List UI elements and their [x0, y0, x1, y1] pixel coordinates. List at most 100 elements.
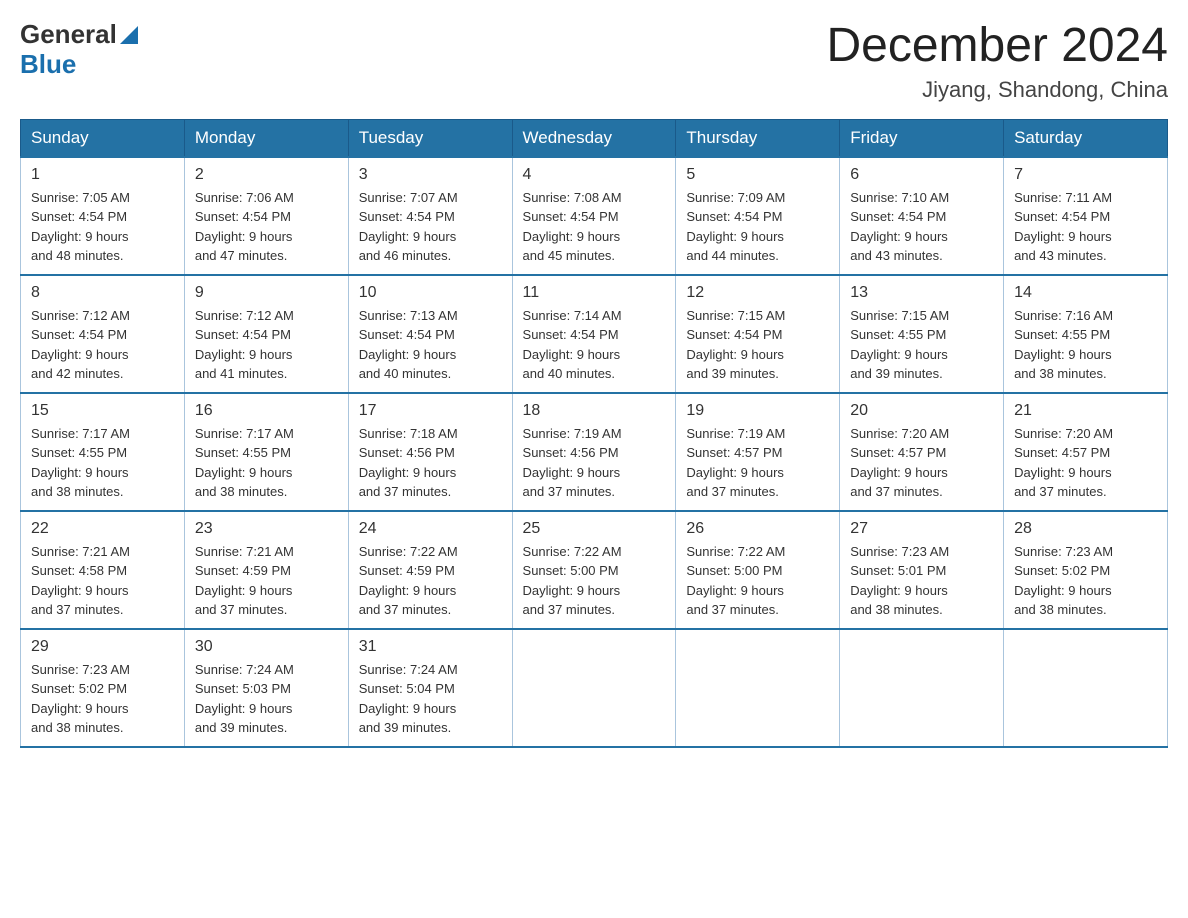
calendar-day-cell: 7 Sunrise: 7:11 AMSunset: 4:54 PMDayligh…	[1004, 157, 1168, 275]
day-number: 30	[195, 638, 338, 656]
day-info: Sunrise: 7:23 AMSunset: 5:02 PMDaylight:…	[1014, 544, 1113, 618]
day-number: 20	[850, 402, 993, 420]
day-number: 10	[359, 284, 502, 302]
calendar-day-header: Sunday	[21, 119, 185, 157]
day-number: 13	[850, 284, 993, 302]
logo-triangle-icon	[120, 26, 138, 44]
day-info: Sunrise: 7:15 AMSunset: 4:55 PMDaylight:…	[850, 308, 949, 382]
day-info: Sunrise: 7:20 AMSunset: 4:57 PMDaylight:…	[1014, 426, 1113, 500]
calendar-day-cell: 3 Sunrise: 7:07 AMSunset: 4:54 PMDayligh…	[348, 157, 512, 275]
day-number: 1	[31, 166, 174, 184]
title-block: December 2024 Jiyang, Shandong, China	[826, 20, 1168, 103]
calendar-day-cell: 31 Sunrise: 7:24 AMSunset: 5:04 PMDaylig…	[348, 629, 512, 747]
calendar-day-cell: 13 Sunrise: 7:15 AMSunset: 4:55 PMDaylig…	[840, 275, 1004, 393]
calendar-day-cell: 2 Sunrise: 7:06 AMSunset: 4:54 PMDayligh…	[184, 157, 348, 275]
day-number: 21	[1014, 402, 1157, 420]
logo-general-text: General	[20, 20, 138, 50]
day-number: 6	[850, 166, 993, 184]
calendar-day-cell: 12 Sunrise: 7:15 AMSunset: 4:54 PMDaylig…	[676, 275, 840, 393]
calendar-week-row: 29 Sunrise: 7:23 AMSunset: 5:02 PMDaylig…	[21, 629, 1168, 747]
calendar-day-cell: 14 Sunrise: 7:16 AMSunset: 4:55 PMDaylig…	[1004, 275, 1168, 393]
calendar-day-cell: 26 Sunrise: 7:22 AMSunset: 5:00 PMDaylig…	[676, 511, 840, 629]
day-number: 18	[523, 402, 666, 420]
calendar-day-cell: 1 Sunrise: 7:05 AMSunset: 4:54 PMDayligh…	[21, 157, 185, 275]
calendar-day-cell: 16 Sunrise: 7:17 AMSunset: 4:55 PMDaylig…	[184, 393, 348, 511]
day-info: Sunrise: 7:18 AMSunset: 4:56 PMDaylight:…	[359, 426, 458, 500]
calendar-week-row: 15 Sunrise: 7:17 AMSunset: 4:55 PMDaylig…	[21, 393, 1168, 511]
calendar-day-header: Wednesday	[512, 119, 676, 157]
page-header: General Blue December 2024 Jiyang, Shand…	[20, 20, 1168, 103]
day-number: 14	[1014, 284, 1157, 302]
day-number: 7	[1014, 166, 1157, 184]
day-info: Sunrise: 7:17 AMSunset: 4:55 PMDaylight:…	[195, 426, 294, 500]
calendar-table: SundayMondayTuesdayWednesdayThursdayFrid…	[20, 119, 1168, 748]
calendar-day-cell: 6 Sunrise: 7:10 AMSunset: 4:54 PMDayligh…	[840, 157, 1004, 275]
day-number: 17	[359, 402, 502, 420]
day-number: 5	[686, 166, 829, 184]
day-info: Sunrise: 7:06 AMSunset: 4:54 PMDaylight:…	[195, 190, 294, 264]
day-info: Sunrise: 7:21 AMSunset: 4:59 PMDaylight:…	[195, 544, 294, 618]
day-info: Sunrise: 7:15 AMSunset: 4:54 PMDaylight:…	[686, 308, 785, 382]
calendar-day-cell: 25 Sunrise: 7:22 AMSunset: 5:00 PMDaylig…	[512, 511, 676, 629]
logo: General Blue	[20, 20, 138, 80]
day-number: 29	[31, 638, 174, 656]
calendar-day-cell: 30 Sunrise: 7:24 AMSunset: 5:03 PMDaylig…	[184, 629, 348, 747]
calendar-day-cell: 28 Sunrise: 7:23 AMSunset: 5:02 PMDaylig…	[1004, 511, 1168, 629]
day-number: 19	[686, 402, 829, 420]
day-info: Sunrise: 7:13 AMSunset: 4:54 PMDaylight:…	[359, 308, 458, 382]
calendar-day-cell	[1004, 629, 1168, 747]
calendar-day-header: Tuesday	[348, 119, 512, 157]
day-number: 3	[359, 166, 502, 184]
day-number: 2	[195, 166, 338, 184]
day-info: Sunrise: 7:24 AMSunset: 5:03 PMDaylight:…	[195, 662, 294, 736]
calendar-week-row: 1 Sunrise: 7:05 AMSunset: 4:54 PMDayligh…	[21, 157, 1168, 275]
calendar-day-header: Friday	[840, 119, 1004, 157]
day-info: Sunrise: 7:12 AMSunset: 4:54 PMDaylight:…	[195, 308, 294, 382]
day-info: Sunrise: 7:22 AMSunset: 5:00 PMDaylight:…	[523, 544, 622, 618]
logo-blue-text: Blue	[20, 50, 138, 80]
calendar-day-cell: 22 Sunrise: 7:21 AMSunset: 4:58 PMDaylig…	[21, 511, 185, 629]
day-number: 27	[850, 520, 993, 538]
calendar-week-row: 8 Sunrise: 7:12 AMSunset: 4:54 PMDayligh…	[21, 275, 1168, 393]
calendar-day-header: Monday	[184, 119, 348, 157]
day-info: Sunrise: 7:11 AMSunset: 4:54 PMDaylight:…	[1014, 190, 1112, 264]
calendar-day-cell: 17 Sunrise: 7:18 AMSunset: 4:56 PMDaylig…	[348, 393, 512, 511]
calendar-day-cell: 15 Sunrise: 7:17 AMSunset: 4:55 PMDaylig…	[21, 393, 185, 511]
day-info: Sunrise: 7:12 AMSunset: 4:54 PMDaylight:…	[31, 308, 130, 382]
calendar-day-cell	[840, 629, 1004, 747]
calendar-day-cell: 8 Sunrise: 7:12 AMSunset: 4:54 PMDayligh…	[21, 275, 185, 393]
day-number: 24	[359, 520, 502, 538]
day-info: Sunrise: 7:17 AMSunset: 4:55 PMDaylight:…	[31, 426, 130, 500]
day-info: Sunrise: 7:09 AMSunset: 4:54 PMDaylight:…	[686, 190, 785, 264]
day-info: Sunrise: 7:24 AMSunset: 5:04 PMDaylight:…	[359, 662, 458, 736]
calendar-day-cell	[676, 629, 840, 747]
day-number: 15	[31, 402, 174, 420]
day-info: Sunrise: 7:22 AMSunset: 5:00 PMDaylight:…	[686, 544, 785, 618]
day-info: Sunrise: 7:23 AMSunset: 5:02 PMDaylight:…	[31, 662, 130, 736]
calendar-header-row: SundayMondayTuesdayWednesdayThursdayFrid…	[21, 119, 1168, 157]
day-info: Sunrise: 7:10 AMSunset: 4:54 PMDaylight:…	[850, 190, 949, 264]
day-number: 8	[31, 284, 174, 302]
calendar-day-cell: 11 Sunrise: 7:14 AMSunset: 4:54 PMDaylig…	[512, 275, 676, 393]
calendar-day-cell: 5 Sunrise: 7:09 AMSunset: 4:54 PMDayligh…	[676, 157, 840, 275]
calendar-day-cell: 4 Sunrise: 7:08 AMSunset: 4:54 PMDayligh…	[512, 157, 676, 275]
day-info: Sunrise: 7:14 AMSunset: 4:54 PMDaylight:…	[523, 308, 622, 382]
day-number: 9	[195, 284, 338, 302]
calendar-day-cell: 27 Sunrise: 7:23 AMSunset: 5:01 PMDaylig…	[840, 511, 1004, 629]
calendar-day-cell: 23 Sunrise: 7:21 AMSunset: 4:59 PMDaylig…	[184, 511, 348, 629]
day-info: Sunrise: 7:07 AMSunset: 4:54 PMDaylight:…	[359, 190, 458, 264]
calendar-day-header: Saturday	[1004, 119, 1168, 157]
day-info: Sunrise: 7:08 AMSunset: 4:54 PMDaylight:…	[523, 190, 622, 264]
day-number: 23	[195, 520, 338, 538]
day-info: Sunrise: 7:16 AMSunset: 4:55 PMDaylight:…	[1014, 308, 1113, 382]
calendar-day-cell: 18 Sunrise: 7:19 AMSunset: 4:56 PMDaylig…	[512, 393, 676, 511]
day-info: Sunrise: 7:05 AMSunset: 4:54 PMDaylight:…	[31, 190, 130, 264]
day-number: 22	[31, 520, 174, 538]
calendar-day-header: Thursday	[676, 119, 840, 157]
location-text: Jiyang, Shandong, China	[826, 77, 1168, 103]
calendar-day-cell: 19 Sunrise: 7:19 AMSunset: 4:57 PMDaylig…	[676, 393, 840, 511]
calendar-day-cell: 29 Sunrise: 7:23 AMSunset: 5:02 PMDaylig…	[21, 629, 185, 747]
day-number: 26	[686, 520, 829, 538]
month-title: December 2024	[826, 20, 1168, 73]
calendar-week-row: 22 Sunrise: 7:21 AMSunset: 4:58 PMDaylig…	[21, 511, 1168, 629]
